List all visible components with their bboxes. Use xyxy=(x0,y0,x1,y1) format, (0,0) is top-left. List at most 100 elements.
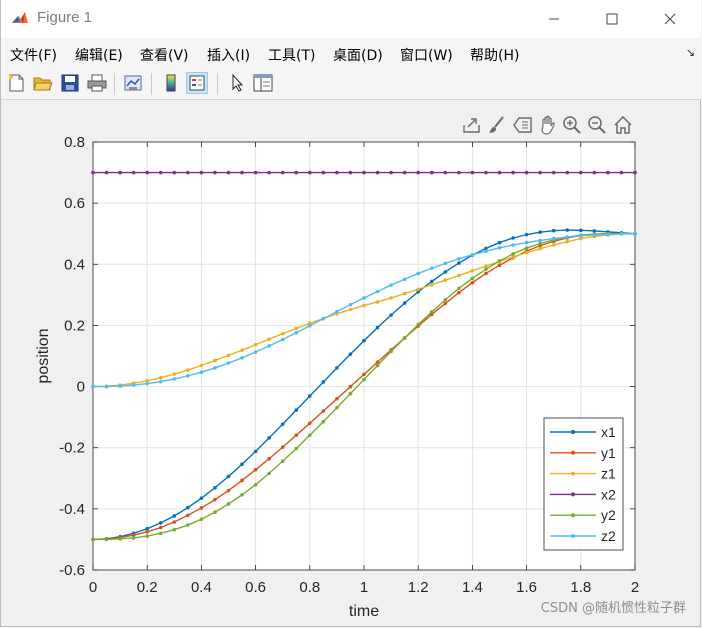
data-point-z2 xyxy=(484,249,488,253)
data-point-z1 xyxy=(294,326,299,331)
y-tick-label: 0 xyxy=(77,379,85,396)
data-point-x2 xyxy=(294,170,299,175)
data-point-x1 xyxy=(362,338,366,343)
menu-tools[interactable]: 工具(T) xyxy=(268,45,315,65)
insert-colorbar-button[interactable] xyxy=(160,72,182,94)
legend-icon xyxy=(189,75,205,91)
menu-insert[interactable]: 插入(I) xyxy=(207,45,250,65)
menu-help[interactable]: 帮助(H) xyxy=(470,45,519,65)
data-point-x1 xyxy=(213,485,217,490)
data-point-x1 xyxy=(267,436,271,440)
x-tick-label: 1.4 xyxy=(462,579,483,596)
colorbar-icon xyxy=(166,74,176,92)
data-point-x2 xyxy=(606,170,610,175)
data-point-x1 xyxy=(280,422,285,426)
y-tick-label: 0.6 xyxy=(64,195,85,212)
data-point-z2 xyxy=(592,233,597,237)
close-button[interactable] xyxy=(647,0,693,38)
data-point-x2 xyxy=(416,170,421,175)
data-point-z2 xyxy=(158,379,163,384)
data-point-x1 xyxy=(402,301,407,305)
data-point-z2 xyxy=(145,381,149,386)
open-file-icon xyxy=(33,77,53,91)
data-point-x2 xyxy=(633,170,637,175)
data-point-y1 xyxy=(240,478,244,483)
new-figure-icon xyxy=(9,74,24,92)
data-point-z2 xyxy=(633,231,637,236)
data-point-x2 xyxy=(321,170,326,175)
data-point-x2 xyxy=(145,170,149,175)
data-point-z1 xyxy=(429,282,434,287)
y-tick-label: 0.2 xyxy=(64,317,85,334)
new-figure-button[interactable] xyxy=(5,72,27,94)
data-point-y1 xyxy=(457,290,461,295)
data-point-x2 xyxy=(362,170,366,175)
data-point-x2 xyxy=(402,170,407,175)
data-point-x2 xyxy=(240,170,244,175)
data-point-z2 xyxy=(389,283,393,287)
data-point-x1 xyxy=(158,521,163,525)
menu-desktop[interactable]: 桌面(D) xyxy=(333,45,383,65)
data-point-x1 xyxy=(375,325,380,330)
data-point-y1 xyxy=(213,497,217,502)
data-point-x2 xyxy=(335,170,339,175)
menu-edit[interactable]: 编辑(E) xyxy=(75,45,123,65)
data-point-y2 xyxy=(104,537,109,542)
data-point-y2 xyxy=(497,259,502,263)
maximize-button[interactable] xyxy=(589,0,635,38)
data-point-x2 xyxy=(619,170,624,175)
data-point-y2 xyxy=(511,252,515,256)
data-point-y2 xyxy=(416,322,421,327)
minimize-button[interactable] xyxy=(531,0,577,38)
x-tick-label: 0.2 xyxy=(137,579,158,596)
maximize-icon xyxy=(606,13,618,25)
data-point-z1 xyxy=(172,372,177,376)
dock-arrow-icon[interactable]: ↘ xyxy=(686,46,695,59)
watermark: CSDN @随机惯性粒子群 xyxy=(540,601,686,616)
data-point-z1 xyxy=(158,375,163,380)
open-file-button[interactable] xyxy=(32,72,54,94)
data-point-y2 xyxy=(335,405,339,410)
data-point-z1 xyxy=(538,246,542,251)
legend-label-y1: y1 xyxy=(601,445,616,461)
data-point-x2 xyxy=(565,170,570,175)
print-button[interactable] xyxy=(86,72,108,94)
data-point-y2 xyxy=(280,459,285,463)
data-point-x1 xyxy=(172,514,177,518)
data-point-z1 xyxy=(253,342,258,347)
data-point-z2 xyxy=(91,384,95,389)
plot-area[interactable]: 0 0.2 0.4 0.6 0.8 1 1.2 1.4 1.6 1.8 2 -0.6 -0.4 -0.2 0… xyxy=(1,100,701,627)
data-point-z2 xyxy=(457,256,461,261)
data-point-z1 xyxy=(443,278,448,282)
property-inspector-button[interactable] xyxy=(252,72,274,94)
x-axis-label: time xyxy=(349,603,379,620)
edit-plot-button[interactable] xyxy=(226,72,248,94)
legend[interactable]: x1 y1 z1 x2 y2 z2 xyxy=(543,417,624,551)
legend-label-x2: x2 xyxy=(601,486,616,502)
data-point-z2 xyxy=(416,271,421,276)
pointer-icon xyxy=(232,74,244,92)
data-point-y1 xyxy=(443,301,448,306)
data-point-z2 xyxy=(362,296,366,300)
menu-window[interactable]: 窗口(W) xyxy=(400,45,453,65)
data-point-z1 xyxy=(199,363,204,368)
data-point-x2 xyxy=(131,170,136,175)
data-point-y2 xyxy=(348,391,353,396)
data-point-z1 xyxy=(348,307,353,312)
data-point-x2 xyxy=(389,170,393,175)
legend-marker-x2 xyxy=(571,492,575,497)
save-button[interactable] xyxy=(59,72,81,94)
data-point-x1 xyxy=(429,279,434,284)
data-point-x2 xyxy=(538,170,542,175)
menu-view[interactable]: 查看(V) xyxy=(140,45,189,65)
legend-label-y2: y2 xyxy=(601,507,616,523)
data-point-z1 xyxy=(470,268,475,273)
data-point-y2 xyxy=(470,276,475,281)
x-tick-label: 1.2 xyxy=(408,579,429,596)
data-point-y2 xyxy=(267,471,271,476)
link-plot-button[interactable] xyxy=(122,72,144,94)
insert-legend-button[interactable] xyxy=(186,72,208,94)
menu-file[interactable]: 文件(F) xyxy=(10,45,57,65)
title-bar[interactable]: Figure 1 xyxy=(1,0,701,38)
data-point-z2 xyxy=(226,361,231,365)
